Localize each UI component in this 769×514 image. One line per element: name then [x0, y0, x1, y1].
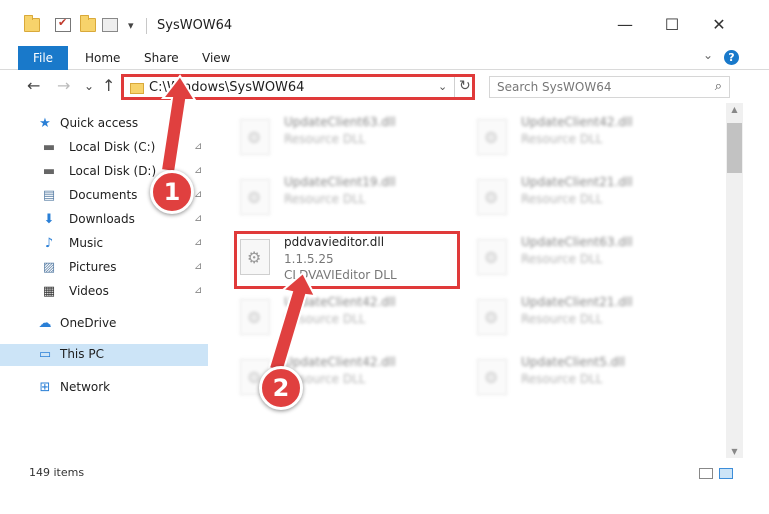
arrow-2: [267, 271, 317, 374]
callout-arrows: [159, 74, 317, 374]
step-2-badge: 2: [259, 366, 303, 410]
file-explorer-window: ▾ SysWOW64 — ☐ ✕ File Home Share View ⌄ …: [0, 0, 769, 514]
step-1-badge: 1: [150, 170, 194, 214]
arrow-1: [159, 74, 197, 174]
